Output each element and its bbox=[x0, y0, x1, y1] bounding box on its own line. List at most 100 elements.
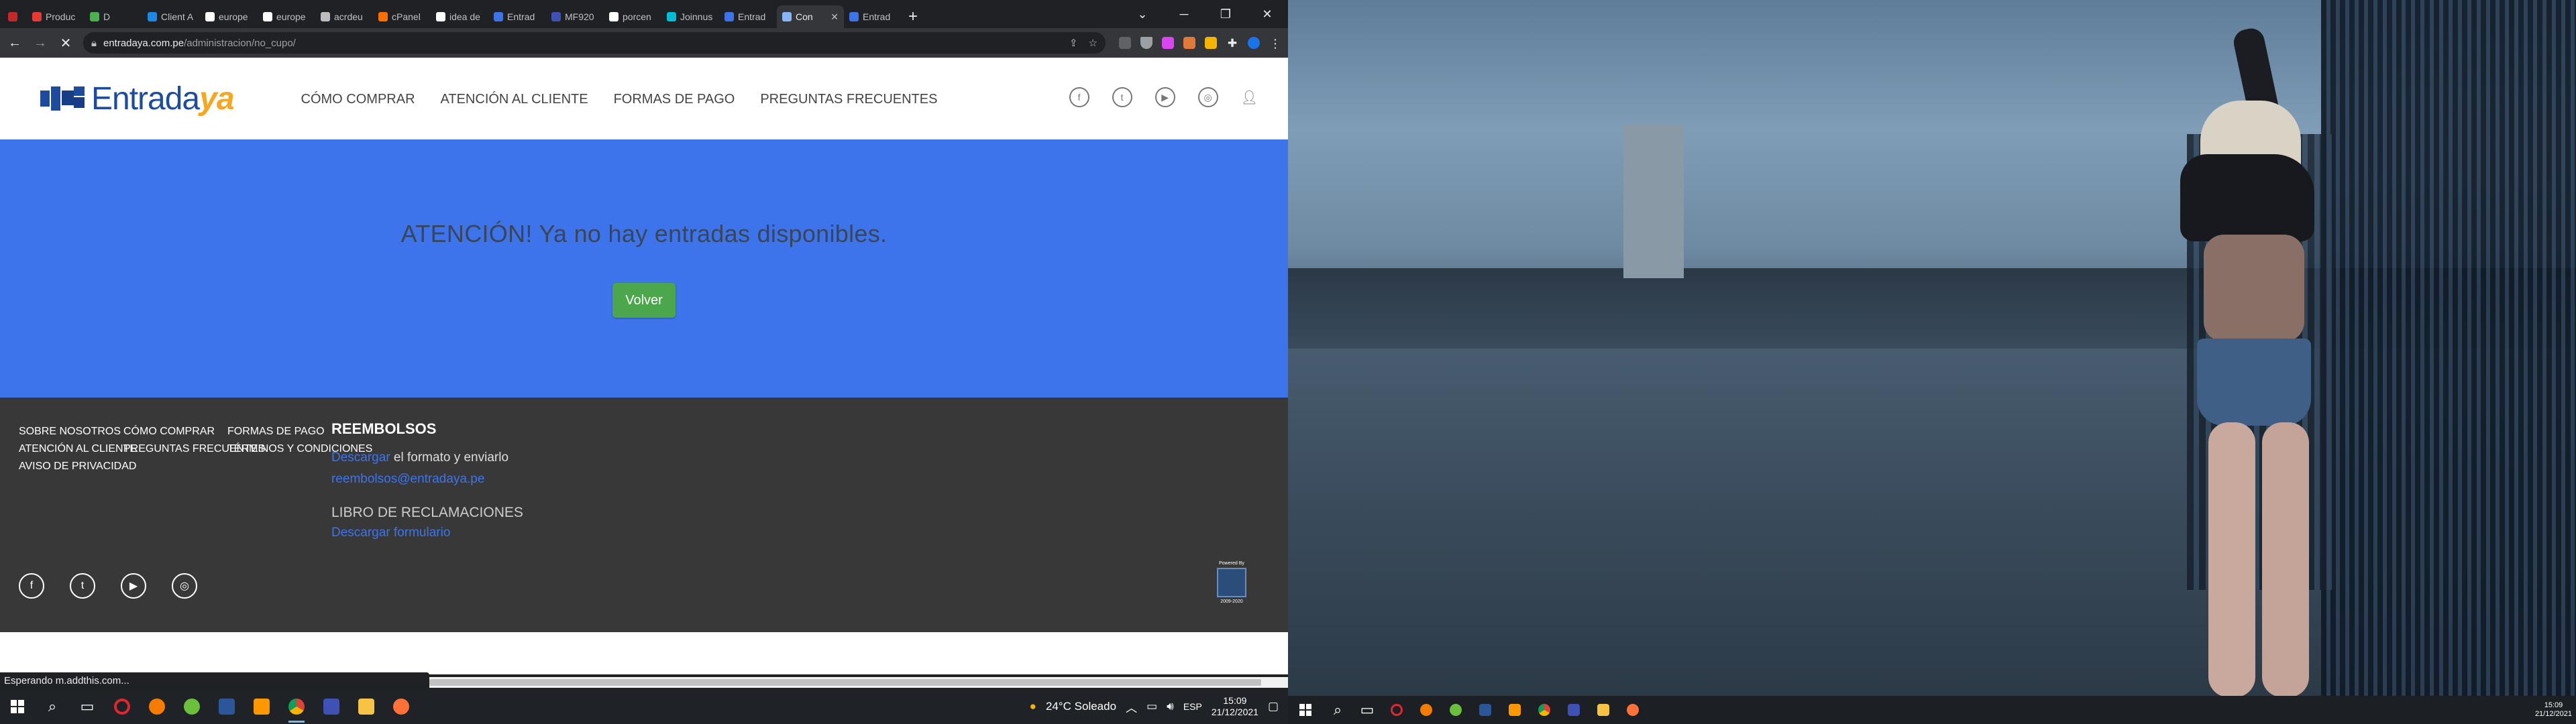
browser-tab[interactable]: Entrad bbox=[719, 5, 777, 28]
footer-link[interactable]: ATENCIÓN AL CLIENTE bbox=[19, 440, 137, 458]
tab-label: idea de bbox=[449, 11, 480, 22]
maximize-icon[interactable]: ❐ bbox=[1205, 0, 1246, 28]
tab-search-icon-wrap[interactable] bbox=[4, 5, 27, 28]
weather-text[interactable]: 24°C Soleado bbox=[1046, 700, 1116, 713]
lock-icon[interactable]: 🔒︎ bbox=[91, 38, 97, 49]
browser-tab[interactable]: idea de bbox=[431, 5, 488, 28]
browser-tab[interactable]: cPanel bbox=[373, 5, 431, 28]
horizontal-scrollbar[interactable] bbox=[429, 677, 1288, 688]
extension-icon[interactable] bbox=[1183, 37, 1195, 49]
close-icon[interactable]: ✕ bbox=[1246, 0, 1288, 28]
profile-avatar[interactable] bbox=[1248, 37, 1260, 49]
sublime-icon[interactable] bbox=[1500, 696, 1529, 724]
chrome-icon[interactable] bbox=[1529, 696, 1559, 724]
youtube-icon[interactable]: ▶ bbox=[1155, 87, 1175, 107]
search-icon[interactable]: ⌕ bbox=[35, 689, 70, 724]
chevron-down-icon[interactable]: ⌄ bbox=[1122, 0, 1163, 28]
back-icon[interactable]: ← bbox=[7, 36, 23, 51]
instagram-icon[interactable]: ◎ bbox=[1197, 87, 1218, 107]
windows-start-icon[interactable] bbox=[0, 689, 35, 724]
url-host: entradaya.com.pe bbox=[103, 37, 184, 49]
word-icon[interactable] bbox=[209, 689, 244, 724]
browser-tab[interactable]: europe bbox=[200, 5, 258, 28]
browser-tab[interactable]: porcen bbox=[604, 5, 661, 28]
browser-tab[interactable]: Entrad bbox=[844, 5, 902, 28]
site-logo[interactable]: Entradaya bbox=[40, 80, 235, 117]
opera-icon[interactable] bbox=[105, 689, 140, 724]
menu-icon[interactable]: ⋮ bbox=[1269, 37, 1281, 50]
nav-preguntas-frecuentes[interactable]: PREGUNTAS FRECUENTES bbox=[760, 92, 937, 107]
clock[interactable]: 15:09 21/12/2021 bbox=[1212, 695, 1258, 718]
weather-sun-icon[interactable]: ● bbox=[1030, 700, 1036, 713]
browser-tab[interactable]: MF920 bbox=[546, 5, 604, 28]
task-view-icon[interactable]: ▭ bbox=[1352, 696, 1382, 724]
stop-icon[interactable]: ✕ bbox=[58, 35, 74, 52]
instagram-icon[interactable]: ◎ bbox=[172, 573, 197, 599]
wallpaper-figure bbox=[2262, 422, 2309, 697]
file-explorer-icon[interactable] bbox=[349, 689, 384, 724]
avast-icon[interactable] bbox=[1411, 696, 1441, 724]
firefox-icon[interactable] bbox=[1618, 696, 1648, 724]
language-indicator[interactable]: ESP bbox=[1183, 701, 1202, 712]
header-social-links: f t ▶ ◎ 👤︎ bbox=[1069, 87, 1258, 107]
firefox-icon[interactable] bbox=[384, 689, 419, 724]
browser-tab[interactable]: Joinnus bbox=[661, 5, 719, 28]
notifications-icon[interactable]: ▢ bbox=[1268, 700, 1279, 713]
tab-favicon-icon bbox=[436, 12, 445, 21]
sublime-icon[interactable] bbox=[244, 689, 279, 724]
nav-atencion-cliente[interactable]: ATENCIÓN AL CLIENTE bbox=[441, 92, 588, 107]
browser-tab[interactable]: Produc bbox=[27, 5, 85, 28]
nav-formas-de-pago[interactable]: FORMAS DE PAGO bbox=[614, 92, 735, 107]
facebook-icon[interactable]: f bbox=[19, 573, 44, 599]
opera-icon[interactable] bbox=[1382, 696, 1411, 724]
avast-icon[interactable] bbox=[140, 689, 174, 724]
facebook-icon[interactable]: f bbox=[1069, 87, 1089, 107]
browser-tab[interactable]: acrdeu bbox=[315, 5, 373, 28]
browser-tab[interactable]: Entrad bbox=[488, 5, 546, 28]
app-icon[interactable] bbox=[314, 689, 349, 724]
minimize-icon[interactable]: ─ bbox=[1163, 0, 1205, 28]
claims-download-link[interactable]: Descargar formulario bbox=[331, 526, 450, 540]
file-explorer-icon[interactable] bbox=[1589, 696, 1618, 724]
browser-tab[interactable]: europe bbox=[258, 5, 315, 28]
refunds-email-link[interactable]: reembolsos@entradaya.pe bbox=[331, 472, 484, 486]
refunds-download-link[interactable]: Descargar bbox=[331, 450, 390, 465]
clock[interactable]: 15:09 21/12/2021 bbox=[2535, 701, 2572, 719]
user-icon[interactable]: 👤︎ bbox=[1241, 89, 1258, 106]
twitter-icon[interactable]: t bbox=[70, 573, 95, 599]
tab-label: Entrad bbox=[507, 11, 535, 22]
search-icon[interactable]: ⌕ bbox=[1323, 696, 1352, 724]
forward-icon[interactable]: → bbox=[32, 36, 48, 51]
puzzle-icon[interactable]: ✚ bbox=[1226, 37, 1238, 50]
address-bar[interactable]: 🔒︎ entradaya.com.pe/administracion/no_cu… bbox=[83, 32, 1106, 54]
browser-tab[interactable]: Con ✕ bbox=[777, 5, 844, 28]
extension-icon[interactable] bbox=[1162, 37, 1174, 49]
youtube-icon[interactable]: ▶ bbox=[121, 573, 146, 599]
bookmark-star-icon[interactable]: ☆ bbox=[1089, 37, 1097, 49]
url-path: /administracion/no_cupo/ bbox=[184, 37, 296, 49]
extension-icon[interactable] bbox=[1119, 37, 1131, 49]
network-icon[interactable]: ▭ bbox=[1146, 700, 1157, 713]
new-tab-icon[interactable]: + bbox=[902, 5, 924, 28]
chevron-up-icon[interactable]: ︿ bbox=[1126, 699, 1137, 715]
tab-favicon-icon bbox=[378, 12, 388, 21]
extension-icon[interactable] bbox=[1140, 37, 1152, 49]
volver-button[interactable]: Volver bbox=[612, 283, 676, 318]
app-icon[interactable] bbox=[174, 689, 209, 724]
task-view-icon[interactable]: ▭ bbox=[70, 689, 105, 724]
browser-tab[interactable]: D bbox=[85, 5, 142, 28]
windows-start-icon[interactable] bbox=[1288, 696, 1323, 724]
footer-link[interactable]: SOBRE NOSOTROS bbox=[19, 423, 137, 440]
app-icon[interactable] bbox=[1441, 696, 1470, 724]
tab-close-icon[interactable]: ✕ bbox=[830, 11, 839, 23]
share-icon[interactable]: ⇪ bbox=[1069, 37, 1078, 49]
nav-como-comprar[interactable]: CÓMO COMPRAR bbox=[301, 92, 415, 107]
volume-icon[interactable]: 🔊︎ bbox=[1167, 700, 1174, 713]
app-icon[interactable] bbox=[1559, 696, 1589, 724]
twitter-icon[interactable]: t bbox=[1112, 87, 1132, 107]
chrome-icon[interactable] bbox=[279, 689, 314, 724]
browser-tab[interactable]: Client A bbox=[142, 5, 200, 28]
extension-icon[interactable] bbox=[1205, 37, 1217, 49]
footer-link[interactable]: AVISO DE PRIVACIDAD bbox=[19, 458, 137, 475]
word-icon[interactable] bbox=[1470, 696, 1500, 724]
